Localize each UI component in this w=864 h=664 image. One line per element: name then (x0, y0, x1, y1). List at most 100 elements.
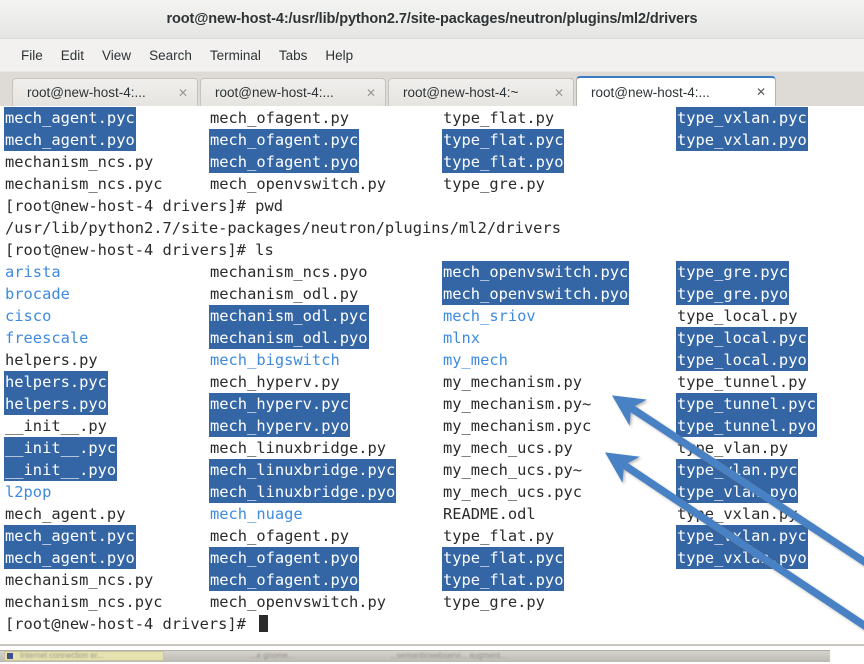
file-entry: mech_linuxbridge.py (210, 439, 387, 457)
close-icon[interactable]: ✕ (753, 86, 769, 98)
file-entry: type_flat.py (443, 109, 555, 127)
menu-file[interactable]: File (12, 45, 52, 66)
terminal-tab-2[interactable]: root@new-host-4:... ✕ (200, 78, 386, 106)
menubar: File Edit View Search Terminal Tabs Help (0, 39, 864, 72)
file-entry: mech_linuxbridge.pyo (209, 481, 397, 503)
terminal-line: [root@new-host-4 drivers]# ls (0, 239, 864, 261)
directory-entry: l2pop (5, 483, 52, 501)
file-entry: mech_agent.pyc (4, 107, 136, 129)
file-entry: type_local.pyc (676, 327, 808, 349)
terminal-line: [root@new-host-4 drivers]# (0, 613, 864, 635)
directory-entry: freescale (5, 329, 89, 347)
menu-tabs[interactable]: Tabs (270, 45, 317, 66)
file-entry: mech_ofagent.pyo (209, 151, 360, 173)
shell-prompt: [root@new-host-4 drivers]# pwd (5, 197, 283, 215)
file-entry: my_mechanism.py (443, 373, 582, 391)
taskbar-text-1: Internet connection er... (20, 651, 104, 660)
terminal-line: __init__.pyo mech_linuxbridge.pyc my_mech_… (0, 459, 864, 481)
file-entry: type_flat.pyc (442, 129, 565, 151)
terminal-tab-3[interactable]: root@new-host-4:~ ✕ (388, 78, 574, 106)
file-entry: mech_openvswitch.py (210, 593, 387, 611)
terminal-line: mechanism_ncs.py mech_ofagent.pyo type_fla… (0, 569, 864, 591)
file-entry: type_tunnel.pyc (676, 393, 817, 415)
terminal-cursor (259, 615, 269, 632)
file-entry: mech_openvswitch.py (210, 175, 387, 193)
tab-label: root@new-host-4:... (591, 84, 710, 100)
file-entry: my_mech_ucs.py (443, 439, 573, 457)
file-entry: mech_ofagent.pyc (209, 129, 360, 151)
terminal-line: cisco mechanism_odl.pyc mech_sriov type_loc… (0, 305, 864, 327)
file-entry: helpers.pyo (4, 393, 108, 415)
file-entry: mechanism_ncs.pyc (5, 175, 163, 193)
taskbar-text-3: ...semanticwebservi... augment... (390, 651, 507, 660)
file-entry: type_vlan.pyo (676, 481, 799, 503)
shell-prompt: [root@new-host-4 drivers]# ls (5, 241, 274, 259)
file-entry: type_tunnel.pyo (676, 415, 817, 437)
file-entry: type_flat.pyo (442, 569, 565, 591)
terminal-line: __init__.pyc mech_linuxbridge.py my_mech_u… (0, 437, 864, 459)
terminal-tab-1[interactable]: root@new-host-4:... ✕ (12, 78, 198, 106)
file-entry: mech_openvswitch.pyo (442, 283, 630, 305)
file-entry: mechanism_odl.py (210, 285, 359, 303)
terminal-line: mech_agent.pyc mech_ofagent.py type_flat.p… (0, 107, 864, 129)
terminal-line: mech_agent.pyo mech_ofagent.pyc type_flat.… (0, 129, 864, 151)
directory-entry: mech_bigswitch (210, 351, 340, 369)
file-entry: helpers.py (5, 351, 98, 369)
file-entry: mech_ofagent.pyo (209, 569, 360, 591)
file-entry: mech_ofagent.py (210, 109, 349, 127)
file-entry: mechanism_ncs.py (5, 571, 154, 589)
file-entry: mech_agent.py (5, 505, 126, 523)
window-titlebar: root@new-host-4:/usr/lib/python2.7/site-… (0, 0, 864, 39)
terminal-line: mechanism_ncs.pyc mech_openvswitch.py type… (0, 591, 864, 613)
tab-label: root@new-host-4:~ (403, 85, 519, 100)
file-entry: mech_openvswitch.pyc (442, 261, 630, 283)
file-entry: __init__.pyc (4, 437, 118, 459)
terminal-line: mech_agent.pyc mech_ofagent.py type_flat.p… (0, 525, 864, 547)
terminal-screen[interactable]: mech_agent.pyc mech_ofagent.py type_flat.p… (0, 106, 864, 664)
terminal-line: freescale mechanism_odl.pyo mlnx type_local… (0, 327, 864, 349)
terminal-line: mech_agent.py mech_nuage README.odl type_vx… (0, 503, 864, 525)
file-entry: type_vxlan.pyc (676, 107, 808, 129)
close-icon[interactable]: ✕ (175, 87, 191, 99)
file-entry: my_mech_ucs.py~ (443, 461, 582, 479)
file-entry: helpers.pyc (4, 371, 108, 393)
file-entry: __init__.py (5, 417, 107, 435)
file-entry: README.odl (443, 505, 536, 523)
directory-entry: my_mech (443, 351, 508, 369)
directory-entry: mlnx (443, 329, 481, 347)
close-icon[interactable]: ✕ (551, 87, 567, 99)
file-entry: type_vxlan.pyc (676, 525, 808, 547)
file-entry: mech_agent.pyo (4, 129, 136, 151)
file-entry: my_mechanism.py~ (443, 395, 592, 413)
menu-view[interactable]: View (93, 45, 140, 66)
menu-edit[interactable]: Edit (52, 45, 93, 66)
file-entry: type_gre.py (443, 593, 545, 611)
taskbar-app-icon (7, 653, 13, 659)
shell-prompt: [root@new-host-4 drivers]# (5, 613, 269, 635)
file-entry: type_flat.py (443, 527, 555, 545)
file-entry: type_vxlan.pyo (676, 129, 808, 151)
close-icon[interactable]: ✕ (363, 87, 379, 99)
tab-label: root@new-host-4:... (27, 85, 146, 100)
file-entry: my_mech_ucs.pyc (443, 483, 582, 501)
file-entry: type_vxlan.pyo (676, 547, 808, 569)
file-entry: mech_agent.pyc (4, 525, 136, 547)
terminal-tab-4-active[interactable]: root@new-host-4:... ✕ (576, 76, 776, 106)
terminal-line: mech_agent.pyo mech_ofagent.pyo type_flat.… (0, 547, 864, 569)
file-entry: type_vlan.py (677, 439, 789, 457)
file-entry: type_flat.pyc (442, 547, 565, 569)
file-entry: mech_hyperv.pyc (209, 393, 350, 415)
terminal-line: brocade mechanism_odl.py mech_openvswitch.… (0, 283, 864, 305)
menu-search[interactable]: Search (140, 45, 201, 66)
directory-entry: mech_sriov (443, 307, 536, 325)
command-output: /usr/lib/python2.7/site-packages/neutron… (5, 219, 561, 237)
window-title: root@new-host-4:/usr/lib/python2.7/site-… (166, 11, 698, 27)
directory-entry: arista (5, 263, 61, 281)
taskbar-text-2: ...e gnome... (250, 651, 295, 660)
menu-help[interactable]: Help (316, 45, 362, 66)
file-entry: __init__.pyo (4, 459, 118, 481)
terminal-line: helpers.pyo mech_hyperv.pyc my_mechanism.p… (0, 393, 864, 415)
terminal-line: l2pop mech_linuxbridge.pyo my_mech_ucs.pyc… (0, 481, 864, 503)
menu-terminal[interactable]: Terminal (201, 45, 270, 66)
terminal-output: mech_agent.pyc mech_ofagent.py type_flat.p… (0, 106, 864, 635)
